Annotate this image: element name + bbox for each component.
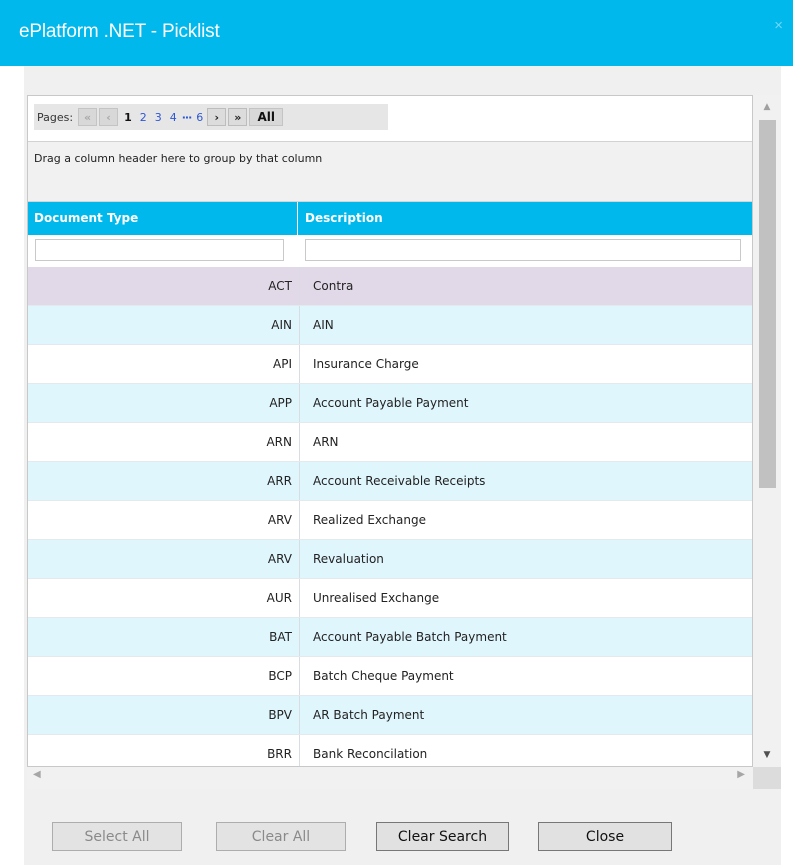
- description-cell: Insurance Charge: [313, 357, 419, 371]
- vertical-scroll-thumb[interactable]: [759, 120, 776, 488]
- filter-row: [28, 235, 752, 267]
- document-type-cell: AIN: [271, 318, 292, 332]
- description-cell: AR Batch Payment: [313, 708, 425, 722]
- table-row[interactable]: AIN AIN: [28, 306, 752, 345]
- table-row[interactable]: API Insurance Charge: [28, 345, 752, 384]
- table-row[interactable]: BCP Batch Cheque Payment: [28, 657, 752, 696]
- cell-divider: [299, 696, 300, 734]
- next-page-button[interactable]: ›: [207, 108, 227, 126]
- column-header-description[interactable]: Description: [299, 202, 744, 235]
- last-page-button[interactable]: »: [228, 108, 248, 126]
- scrollbar-corner: [753, 767, 781, 789]
- description-cell: ARN: [313, 435, 339, 449]
- scroll-left-arrow-icon[interactable]: ◀: [33, 769, 41, 780]
- table-row[interactable]: ARV Revaluation: [28, 540, 752, 579]
- description-cell: Revaluation: [313, 552, 384, 566]
- table-row[interactable]: APP Account Payable Payment: [28, 384, 752, 423]
- document-type-cell: BAT: [269, 630, 292, 644]
- clear-all-button[interactable]: Clear All: [216, 822, 346, 851]
- group-by-panel[interactable]: Drag a column header here to group by th…: [28, 142, 752, 202]
- prev-page-button[interactable]: ‹: [99, 108, 119, 126]
- scroll-down-arrow-icon[interactable]: ▼: [753, 745, 781, 765]
- pages-label: Pages:: [37, 110, 74, 124]
- table-row[interactable]: BPV AR Batch Payment: [28, 696, 752, 735]
- description-filter-input[interactable]: [305, 239, 741, 261]
- description-cell: Account Payable Batch Payment: [313, 630, 507, 644]
- description-cell: Batch Cheque Payment: [313, 669, 454, 683]
- page-link-last[interactable]: 6: [196, 111, 203, 124]
- table-row[interactable]: BRR Bank Reconcilation: [28, 735, 752, 766]
- title-bar: ePlatform .NET - Picklist ×: [0, 0, 793, 66]
- pager: Pages: « ‹ 1 2 3 4 ··· 6 › » All: [28, 96, 752, 142]
- document-type-filter-input[interactable]: [35, 239, 284, 261]
- page-link-3[interactable]: 3: [155, 111, 162, 124]
- select-all-button[interactable]: Select All: [52, 822, 182, 851]
- table-row[interactable]: AUR Unrealised Exchange: [28, 579, 752, 618]
- group-by-hint: Drag a column header here to group by th…: [34, 152, 323, 165]
- cell-divider: [299, 462, 300, 500]
- cell-divider: [299, 618, 300, 656]
- close-button[interactable]: Close: [538, 822, 672, 851]
- pager-bar: Pages: « ‹ 1 2 3 4 ··· 6 › » All: [34, 104, 388, 130]
- cell-divider: [299, 501, 300, 539]
- document-type-cell: APP: [269, 396, 292, 410]
- document-type-cell: BPV: [268, 708, 292, 722]
- document-type-cell: ARV: [267, 513, 292, 527]
- page-link-2[interactable]: 2: [140, 111, 147, 124]
- document-type-cell: BRR: [267, 747, 292, 761]
- scroll-up-arrow-icon[interactable]: ▲: [753, 97, 781, 117]
- table-row[interactable]: ARR Account Receivable Receipts: [28, 462, 752, 501]
- table-row[interactable]: ACT Contra: [28, 267, 752, 306]
- vertical-scrollbar[interactable]: ▲ ▼: [753, 95, 781, 767]
- all-pages-button[interactable]: All: [249, 108, 284, 126]
- description-cell: AIN: [313, 318, 334, 332]
- page-link-1[interactable]: 1: [124, 111, 132, 124]
- document-type-cell: ARV: [267, 552, 292, 566]
- cell-divider: [299, 540, 300, 578]
- cell-divider: [299, 345, 300, 383]
- window-title: ePlatform .NET - Picklist: [19, 21, 220, 42]
- description-cell: Realized Exchange: [313, 513, 426, 527]
- table-row[interactable]: ARV Realized Exchange: [28, 501, 752, 540]
- cell-divider: [299, 735, 300, 766]
- description-cell: Account Receivable Receipts: [313, 474, 486, 488]
- cell-divider: [299, 579, 300, 617]
- column-header-document-type[interactable]: Document Type: [28, 202, 298, 235]
- cell-divider: [299, 657, 300, 695]
- description-cell: Contra: [313, 279, 354, 293]
- document-type-cell: ACT: [268, 279, 292, 293]
- document-type-cell: AUR: [266, 591, 292, 605]
- description-cell: Unrealised Exchange: [313, 591, 440, 605]
- document-type-cell: ARR: [267, 474, 292, 488]
- picklist-grid: Pages: « ‹ 1 2 3 4 ··· 6 › » All Drag a …: [27, 95, 753, 767]
- document-type-cell: BCP: [268, 669, 292, 683]
- horizontal-scrollbar[interactable]: ◀ ▶: [27, 767, 753, 789]
- cell-divider: [299, 423, 300, 461]
- clear-search-button[interactable]: Clear Search: [376, 822, 509, 851]
- page-link-4[interactable]: 4: [170, 111, 177, 124]
- cell-divider: [299, 384, 300, 422]
- page-ellipsis[interactable]: ···: [182, 111, 193, 124]
- description-cell: Bank Reconcilation: [313, 747, 428, 761]
- cell-divider: [299, 306, 300, 344]
- table-row[interactable]: BAT Account Payable Batch Payment: [28, 618, 752, 657]
- first-page-button[interactable]: «: [78, 108, 98, 126]
- scroll-right-arrow-icon[interactable]: ▶: [737, 769, 745, 780]
- table-row[interactable]: ARN ARN: [28, 423, 752, 462]
- close-icon[interactable]: ×: [774, 17, 783, 34]
- grid-rows: ACT Contra AIN AIN API Insurance Charge APP Acc…: [28, 267, 752, 766]
- document-type-cell: API: [273, 357, 292, 371]
- cell-divider: [299, 267, 300, 305]
- description-cell: Account Payable Payment: [313, 396, 469, 410]
- column-header-row: Document Type Description: [28, 202, 752, 235]
- document-type-cell: ARN: [266, 435, 292, 449]
